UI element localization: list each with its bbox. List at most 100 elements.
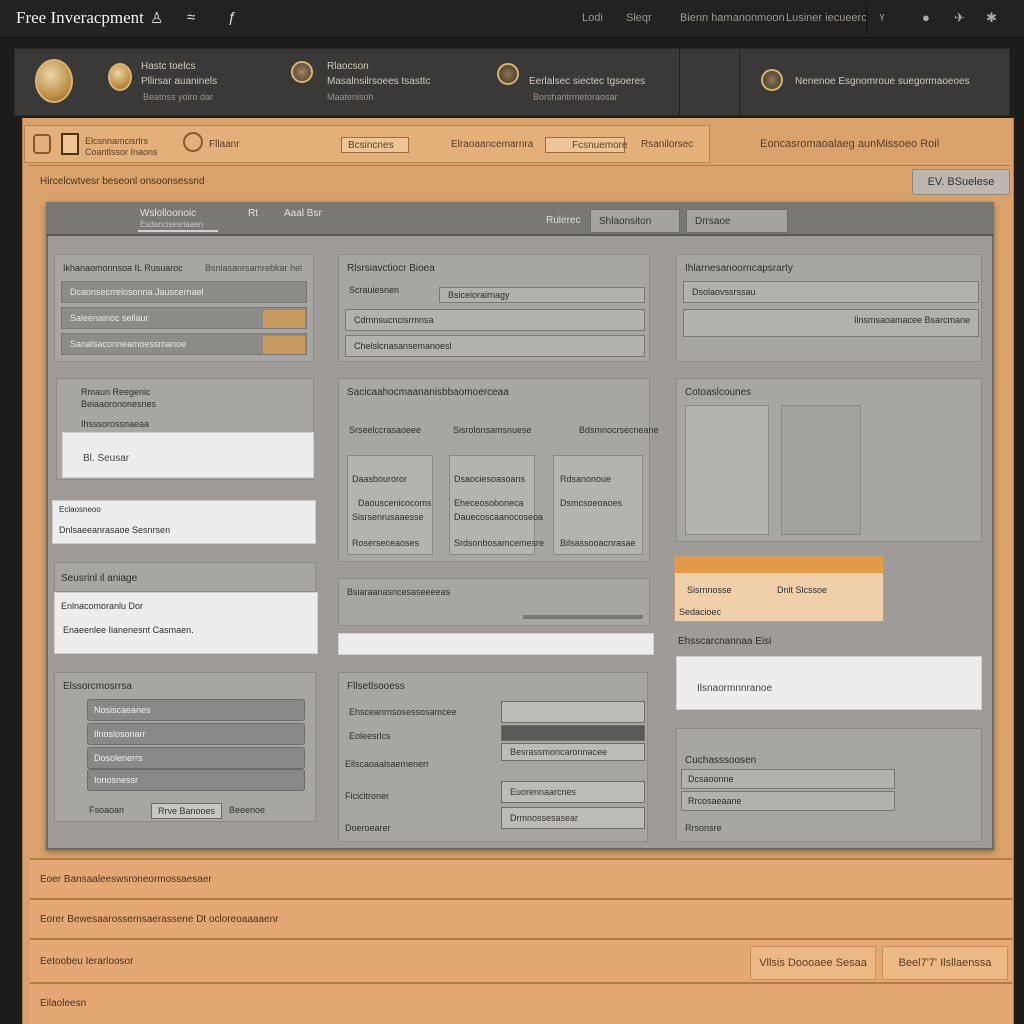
panel-14: Fllsetlsooess Ehsceanrnsosessosamcee Eol… [338, 672, 648, 842]
wi-fi-icon[interactable]: ᵞ [880, 10, 884, 25]
timer-icon[interactable] [183, 132, 203, 152]
grid-item: Dsaociesoasoans [454, 474, 526, 484]
panel-4-box[interactable]: Bl. Seusar [62, 432, 314, 478]
panel-12-box[interactable]: Ilsnaormnnranoe [676, 656, 982, 710]
grid-item: Daasbouroror [352, 474, 408, 484]
tab-5-box[interactable]: Fcsnuemore [545, 137, 628, 153]
form-field[interactable] [501, 701, 645, 723]
list-item[interactable]: Rrcosaeaane [681, 791, 895, 811]
panel-8-line: Eclaosneoo [59, 505, 101, 514]
nav-item-3[interactable]: Bienn hamanonmoon [680, 12, 785, 24]
panel-8[interactable]: Eclaosneoo Dnlsaeeanrasaoe Sesnrsen [52, 500, 316, 544]
panel-13-button[interactable]: Rrve Banooes [151, 803, 223, 819]
pin-icon[interactable]: ✈ [954, 10, 965, 26]
panel-3-title: Ihlarnesanoorncapsrarty [685, 263, 793, 274]
globe-icon[interactable]: ● [922, 10, 930, 25]
form-field[interactable]: Euorennaarcnes [501, 781, 645, 803]
panel-11-input[interactable] [338, 633, 654, 655]
chip[interactable]: Dosolenerrs [87, 747, 305, 769]
card-2-subline: Maatenisoh [327, 92, 374, 102]
panel-2-field[interactable]: Bsiceiorairnagy [439, 287, 645, 303]
form-field[interactable]: Drmnossesasear [501, 807, 645, 829]
bug-icon[interactable]: ✱ [986, 10, 997, 26]
top-action-button[interactable]: EV. BSuelese [912, 169, 1010, 195]
tab-6[interactable]: Rsanilorsec [641, 139, 693, 150]
panel-5-title: Sacicaahocmaananisbbaomoerceaa [347, 387, 509, 398]
folder-icon[interactable] [33, 134, 51, 154]
globe-badge-icon [761, 69, 783, 91]
band-2-label: Eorer Bewesaarossernsaerassene Dt oclore… [40, 914, 279, 925]
list-item[interactable]: Chelslcnasansemanoesl [345, 335, 645, 357]
form-label: Ficicitroner [345, 791, 390, 801]
list-item[interactable]: Dcsaoonne [681, 769, 895, 789]
tab-2[interactable]: Fllaanr [209, 139, 240, 150]
grid-item: Sisrsenrusaaesse [352, 512, 424, 522]
panel-4-line: Beiaaorononesnes [81, 399, 157, 409]
form-field[interactable]: Besrassmoncaronnacee [501, 743, 645, 761]
doc-icon[interactable] [61, 133, 79, 155]
panel-7-line: Sisrnnosse [687, 585, 732, 595]
grid-item: Dsmcsoeoaoes [560, 498, 623, 508]
list-item[interactable]: Ilnsmsaoamacee Bsarcmane [683, 309, 979, 337]
list-item[interactable]: Cdrnnsucncisrmnsa [345, 309, 645, 331]
toolbar-item-1[interactable]: Wslolloonoic [140, 208, 196, 219]
panel-13-button[interactable]: Beeenoe [223, 803, 271, 819]
form-label: Eoleesrlcs [349, 731, 391, 741]
panel-5: Sacicaahocmaananisbbaomoerceaa Srseelccr… [338, 378, 659, 562]
panel-5-col-head: Srseelccrasaoeee [349, 425, 422, 435]
list-item[interactable]: Dsolaovssrssau [683, 281, 979, 303]
ear-icon[interactable]: ≈ [187, 9, 195, 26]
progress-bar [523, 615, 643, 619]
medal-icon [291, 61, 313, 83]
tab-4[interactable]: Elraoaancemarnra [451, 139, 533, 150]
panel-11-line: Bsiaraanasncesaseeeeas [347, 587, 451, 597]
grid-item: Eheceosoboneca [454, 498, 524, 508]
chip[interactable]: Ilnoslosonarr [87, 723, 305, 745]
tab-3-box[interactable]: Bcsincnes [341, 137, 409, 153]
bottom-button-1[interactable]: Vllsis Doooaee Sesaa [750, 946, 876, 980]
tab-right-label[interactable]: Eoncasromaoalaeg aunMissoeo Roil [760, 138, 939, 150]
panel-15-line: Rrsonsre [685, 823, 722, 833]
panel-6-title: Cotoaslcounes [685, 387, 752, 398]
chip[interactable]: Ionosnessr [87, 769, 305, 791]
tab-1-top[interactable]: Elcsnnamcisrlrs [85, 136, 148, 146]
preview-card[interactable] [781, 405, 861, 535]
toolbar-tab-3[interactable]: Drrsaoe [686, 209, 788, 233]
panel-10-box[interactable]: Enlnacomoranlu Dor Enaeenlee Iianenesnt … [54, 592, 318, 654]
panel-5-col-head: Sisrolonsamsnuese [453, 425, 532, 435]
grid-item: Rdsanonoue [560, 474, 612, 484]
toolbar-tab-1[interactable]: Rulerec [538, 209, 588, 233]
badge-icon[interactable]: ♙ [150, 9, 163, 27]
badge-icon [108, 63, 132, 91]
chip[interactable]: Nosiscaeanes [87, 699, 305, 721]
grid-item: Daouscenicocoms [358, 498, 432, 508]
nav-item-2[interactable]: Sleqr [626, 12, 652, 24]
grid-cell[interactable]: Daasbouroror Daouscenicocoms Sisrsenrusa… [347, 455, 433, 555]
form-field[interactable] [501, 725, 645, 741]
toolbar-item-3[interactable]: Aaal Bsr [284, 208, 322, 219]
panel-13-button[interactable]: Fsoaoan [83, 803, 130, 819]
toolbar-divider [866, 4, 867, 34]
panel-10-title: Seusrinl il aniage [61, 573, 138, 584]
band-4: Eilaoleesn [30, 982, 1012, 1024]
tab-1-bottom[interactable]: Coantlssor Inaons [85, 147, 158, 157]
panel-11: Bsiaraanasncesaseeeeas [338, 578, 650, 626]
form-label: Doeroearer [345, 823, 391, 833]
fn-icon[interactable]: ƒ [228, 9, 236, 26]
nav-item-1[interactable]: Lodi [582, 12, 603, 24]
nav-item-4[interactable]: Lusiner iecueero [786, 12, 867, 24]
toolbar-item-2[interactable]: Rt [248, 208, 258, 219]
grid-cell[interactable]: Dsaociesoasoans Eheceosoboneca Dauecosca… [449, 455, 544, 555]
preview-card[interactable] [685, 405, 769, 535]
panel-12-title: Ehsscarcnannaa Eisi [678, 636, 772, 647]
grid-item: Roserseceaoses [352, 538, 420, 548]
toolbar-tab-2[interactable]: Shlaonsiton [590, 209, 680, 233]
strip-right-text: Nenenoe Esgnomroue suegormaoeoes [795, 76, 970, 87]
grid-cell[interactable]: Rdsanonoue Dsmcsoeoaoes Bilsassooacnrasa… [553, 455, 643, 555]
panel-15: Cuchasssoosen Dcsaoonne Rrcosaeaane Rrso… [676, 728, 982, 842]
list-item[interactable]: Dcaonsecrrelosonna Jauscernael [61, 281, 307, 303]
tab-row: Elcsnnamcisrlrs Coantlssor Inaons Fllaan… [24, 125, 710, 163]
strip-divider [739, 49, 740, 117]
bottom-button-2[interactable]: Beel7'7' Ilsllaenssa [882, 946, 1008, 980]
panel-7: Sisrnnosse Sedacioec Dnlt Slcssoe [674, 556, 884, 622]
